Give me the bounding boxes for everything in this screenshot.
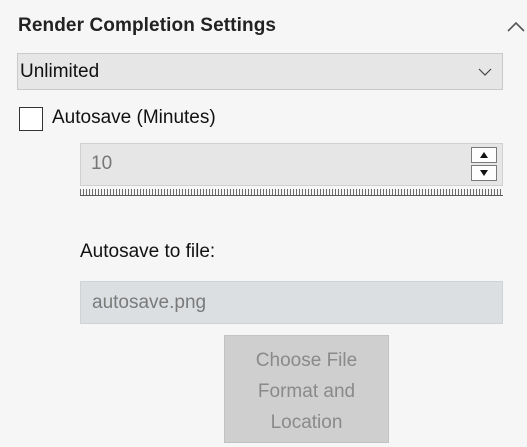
choose-button-line-3: Location	[270, 412, 343, 433]
autosave-file-input[interactable]	[80, 281, 503, 324]
completion-mode-dropdown[interactable]: Unlimited	[17, 53, 503, 90]
render-completion-panel: Render Completion Settings Unlimited Aut…	[0, 0, 527, 447]
autosave-checkbox[interactable]	[19, 107, 43, 131]
spin-down-button[interactable]	[471, 165, 497, 181]
choose-file-format-location-button[interactable]: Choose File Format and Location	[224, 335, 389, 443]
triangle-down-icon	[480, 170, 488, 176]
spin-up-button[interactable]	[471, 147, 497, 163]
section-title: Render Completion Settings	[18, 15, 277, 36]
autosave-interval-value: 10	[91, 153, 113, 174]
autosave-interval-spinner[interactable]: 10	[80, 143, 503, 186]
choose-button-line-2: Format and	[257, 381, 356, 402]
autosave-file-label: Autosave to file:	[80, 241, 216, 262]
triangle-up-icon	[480, 152, 488, 158]
autosave-checkbox-label[interactable]: Autosave (Minutes)	[52, 107, 216, 129]
chevron-up-icon[interactable]	[505, 16, 527, 38]
dropdown-selected-value: Unlimited	[20, 61, 100, 82]
interval-slider-track[interactable]	[80, 186, 503, 196]
choose-button-line-1: Choose File	[255, 350, 358, 371]
chevron-down-icon	[478, 65, 492, 79]
